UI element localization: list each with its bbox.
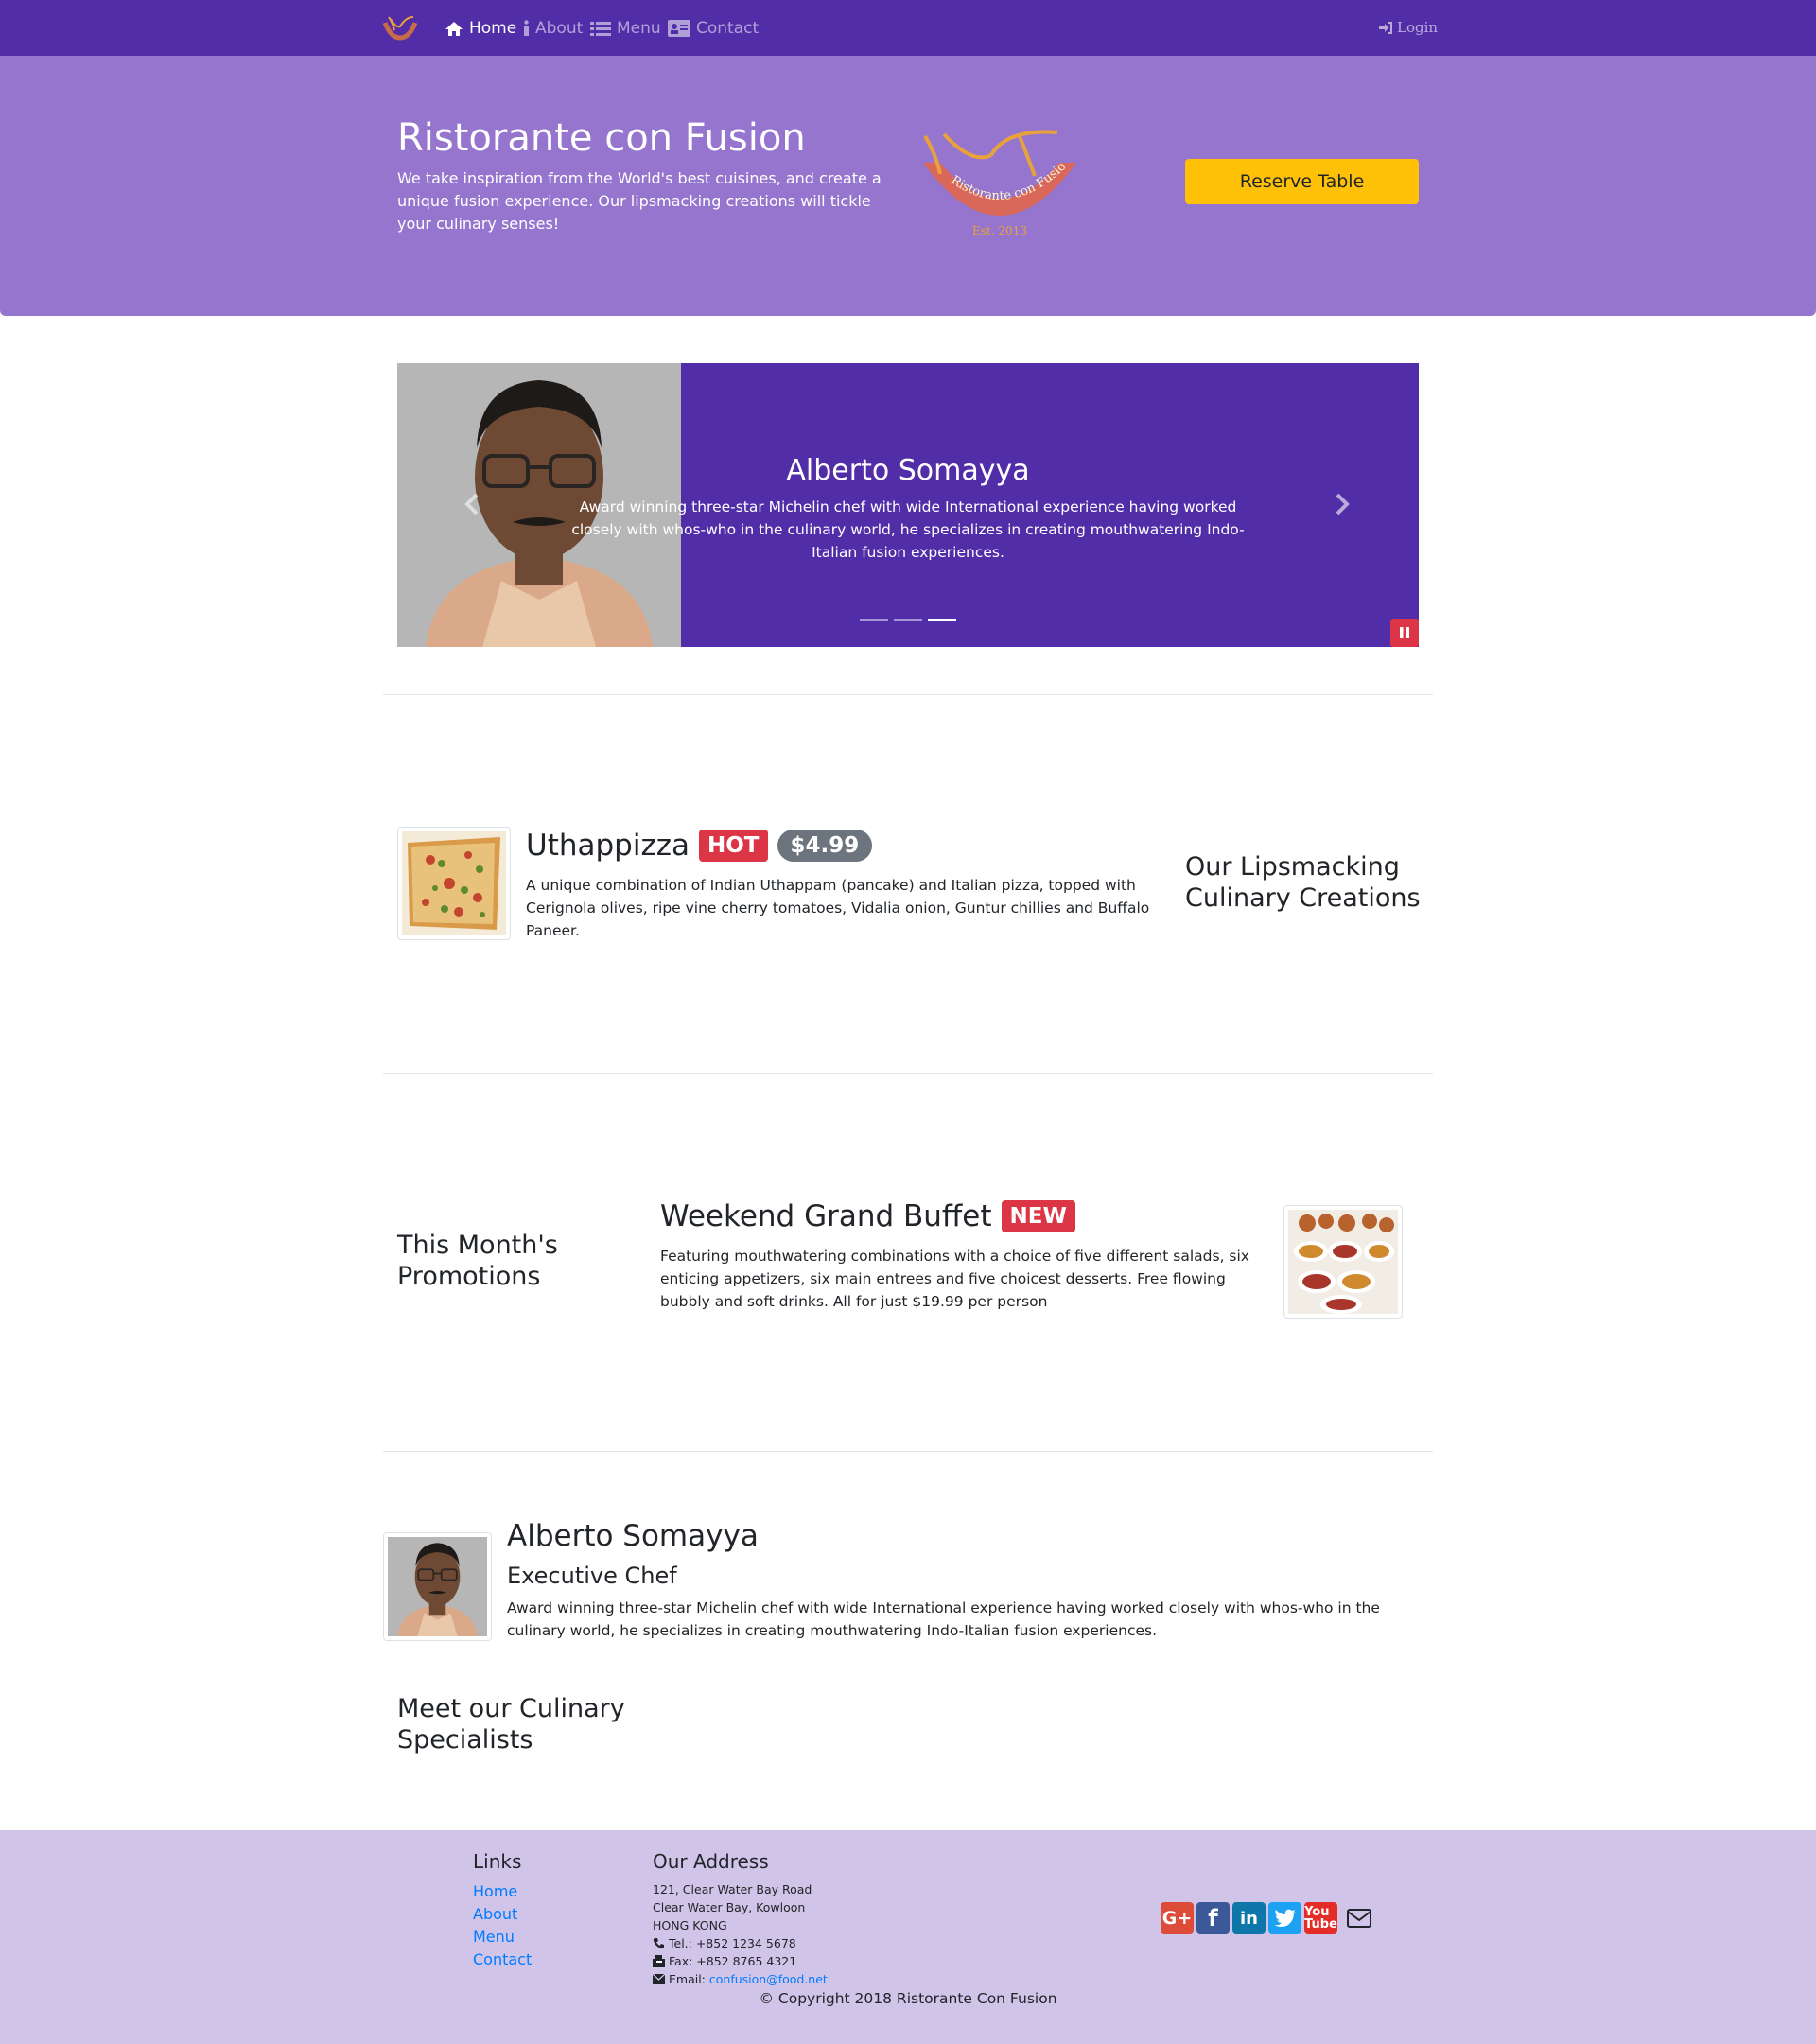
login-link[interactable]: Login	[1379, 19, 1438, 36]
phone-icon	[653, 1938, 664, 1949]
navbar: Home About Menu Contact Login	[0, 0, 1816, 56]
address-card-icon	[668, 20, 690, 37]
dish-image	[402, 831, 506, 935]
logo-est: Est. 2013	[972, 224, 1027, 237]
divider	[383, 1073, 1433, 1074]
social-links: G+ f in You Tube	[1161, 1902, 1378, 1934]
envelope-icon	[653, 1974, 665, 1984]
dish-section-title: Our Lipsmacking Culinary Creations	[1185, 852, 1421, 913]
footer-link-menu[interactable]: Menu	[473, 1928, 515, 1946]
fax-icon	[653, 1955, 665, 1967]
nav-home[interactable]: Home	[445, 17, 516, 40]
nav-about-label: About	[535, 19, 584, 38]
leader-name: Alberto Somayya	[507, 1519, 759, 1553]
dish-heading: Uthappizza HOT $4.99	[526, 829, 873, 863]
fax-line: Fax: +852 8765 4321	[653, 1952, 828, 1970]
twitter-icon[interactable]	[1268, 1902, 1301, 1934]
carousel-indicator[interactable]	[928, 619, 956, 621]
footer-link-contact[interactable]: Contact	[473, 1950, 532, 1968]
carousel-prev-button[interactable]	[463, 491, 480, 522]
nav-about[interactable]: About	[522, 17, 583, 40]
promotion-heading: Weekend Grand Buffet NEW	[660, 1199, 1075, 1233]
chevron-left-icon	[464, 493, 479, 515]
leader-description: Award winning three-star Michelin chef w…	[507, 1599, 1380, 1639]
tel-text: Tel.: +852 1234 5678	[669, 1936, 796, 1950]
carousel-next-button[interactable]	[1334, 491, 1351, 522]
footer	[0, 1830, 1816, 2044]
footer-link-home[interactable]: Home	[473, 1882, 517, 1900]
linkedin-icon[interactable]: in	[1232, 1902, 1266, 1934]
email-line: Email: confusion@food.net	[653, 1970, 828, 1988]
sign-in-icon	[1379, 21, 1392, 34]
leader-section-title: Meet our Culinary Specialists	[397, 1694, 625, 1755]
leader-designation: Executive Chef	[507, 1563, 677, 1589]
divider	[383, 694, 1433, 695]
fax-text: Fax: +852 8765 4321	[669, 1954, 797, 1968]
carousel-caption-text: Award winning three-star Michelin chef w…	[571, 498, 1245, 561]
jumbotron	[0, 56, 1816, 316]
promotion-name: Weekend Grand Buffet	[660, 1199, 992, 1233]
jumbotron-title: Ristorante con Fusion	[397, 116, 806, 160]
promotion-thumbnail	[1283, 1205, 1403, 1319]
restaurant-logo: Ristorante con Fusion Est. 2013	[916, 127, 1076, 237]
nav-menu-label: Menu	[617, 19, 661, 38]
list-icon	[590, 21, 611, 36]
email-link[interactable]: confusion@food.net	[709, 1972, 828, 1986]
divider	[383, 1451, 1433, 1452]
mail-icon[interactable]	[1340, 1902, 1378, 1934]
carousel-pause-button[interactable]	[1390, 619, 1419, 647]
dish-price-badge: $4.99	[777, 830, 873, 862]
nav-menu[interactable]: Menu	[590, 17, 661, 40]
chevron-right-icon	[1336, 493, 1350, 515]
footer-address-title: Our Address	[653, 1850, 769, 1873]
leader-photo	[388, 1537, 487, 1636]
login-label: Login	[1397, 19, 1439, 36]
nav-contact-label: Contact	[696, 19, 760, 38]
promotion-section-title: This Month's Promotions	[397, 1231, 558, 1291]
jumbotron-text: We take inspiration from the World's bes…	[397, 169, 882, 233]
carousel: Alberto Somayya Award winning three-star…	[397, 363, 1419, 647]
promotion-image	[1288, 1210, 1398, 1314]
brand-logo-icon[interactable]	[381, 13, 419, 44]
carousel-indicator[interactable]	[860, 619, 888, 621]
copyright: © Copyright 2018 Ristorante Con Fusion	[759, 1990, 1057, 2007]
footer-address: 121, Clear Water Bay Road Clear Water Ba…	[653, 1880, 828, 1988]
nav-home-label: Home	[469, 19, 517, 38]
facebook-icon[interactable]: f	[1196, 1902, 1230, 1934]
dish-name: Uthappizza	[526, 829, 690, 863]
email-label: Email:	[669, 1972, 709, 1986]
address-line: Clear Water Bay, Kowloon	[653, 1900, 806, 1914]
address-line: HONG KONG	[653, 1918, 727, 1932]
address-line: 121, Clear Water Bay Road	[653, 1882, 812, 1896]
nav-contact[interactable]: Contact	[668, 17, 759, 40]
dish-description: A unique combination of Indian Uthappam …	[526, 877, 1150, 939]
info-icon	[524, 20, 529, 36]
dish-hot-badge: HOT	[699, 830, 768, 862]
pause-icon	[1400, 627, 1409, 638]
carousel-indicators	[860, 619, 956, 621]
dish-thumbnail	[397, 827, 511, 940]
footer-links-title: Links	[473, 1850, 522, 1873]
promotion-description: Featuring mouthwatering combinations wit…	[660, 1248, 1249, 1310]
tel-line: Tel.: +852 1234 5678	[653, 1934, 828, 1952]
carousel-indicator[interactable]	[894, 619, 922, 621]
reserve-table-button[interactable]: Reserve Table	[1185, 159, 1419, 204]
carousel-caption-title: Alberto Somayya	[786, 454, 1030, 487]
home-icon	[445, 21, 463, 36]
footer-link-about[interactable]: About	[473, 1905, 517, 1923]
google-plus-icon[interactable]: G+	[1161, 1902, 1194, 1934]
youtube-icon[interactable]: You Tube	[1304, 1902, 1337, 1934]
leader-thumbnail	[383, 1532, 492, 1641]
promotion-new-badge: NEW	[1001, 1200, 1075, 1232]
